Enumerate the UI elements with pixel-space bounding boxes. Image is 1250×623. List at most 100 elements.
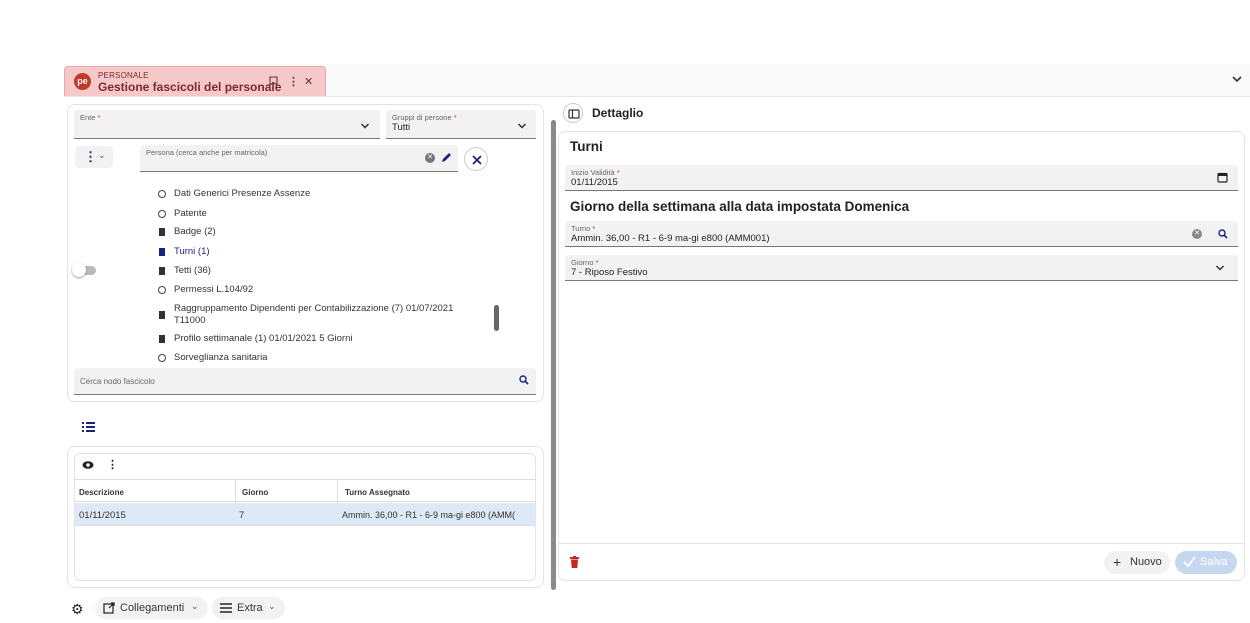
- collegamenti-button[interactable]: Collegamenti ⌄: [95, 597, 208, 619]
- giorno-field[interactable]: Giorno * 7 - Riposo Festivo: [565, 255, 1238, 281]
- more-vert-icon: ⋮: [84, 149, 97, 164]
- tree-item-label: Patente: [174, 208, 207, 219]
- cell-turno: Ammin. 36,00 - R1 - 6-9 ma-gi e800 (AMM(: [342, 510, 516, 520]
- open-external-icon: [103, 602, 115, 614]
- gruppi-label: Gruppi di persone: [392, 113, 452, 122]
- more-vert-icon[interactable]: ⋮: [107, 458, 118, 471]
- giorno-label: Giorno: [571, 258, 594, 267]
- document-icon: [157, 311, 166, 319]
- tree-item-label-line2: T11000: [174, 315, 206, 326]
- turno-label: Turno: [571, 224, 591, 233]
- tab-gestione-fascicoli[interactable]: pe PERSONALE Gestione fascicoli del pers…: [64, 66, 326, 96]
- plus-icon: +: [1113, 554, 1122, 570]
- tree-item-label: Permessi L.104/92: [174, 284, 254, 295]
- clear-icon[interactable]: ✕: [1192, 229, 1202, 239]
- persona-search-field[interactable]: Persona (cerca anche per matricola) ✕: [140, 145, 458, 172]
- tree-item[interactable]: Sorveglianza sanitaria: [157, 352, 267, 363]
- sidebar-toggle-icon[interactable]: [563, 103, 583, 123]
- dettaglio-header: Dettaglio: [563, 102, 863, 124]
- chevron-down-icon[interactable]: [360, 121, 370, 131]
- chevron-down-icon[interactable]: [1215, 263, 1225, 273]
- column-header-turno[interactable]: Turno Assegnato: [345, 488, 410, 497]
- tree-item[interactable]: Badge (2): [157, 226, 216, 237]
- card-footer-divider: [559, 543, 1244, 544]
- circle-icon: [157, 209, 166, 218]
- tree-item[interactable]: Tetti (36): [157, 265, 211, 276]
- circle-icon: [157, 285, 166, 294]
- document-icon: [157, 247, 166, 256]
- cell-descrizione: 01/11/2015: [79, 510, 126, 521]
- turno-value: Ammin. 36,00 - R1 - 6-9 ma-gi e800 (AMM0…: [571, 233, 770, 244]
- dettaglio-title: Dettaglio: [592, 106, 644, 120]
- giorno-value: 7 - Riposo Festivo: [571, 267, 648, 278]
- check-icon: [1183, 556, 1196, 567]
- edit-pencil-icon[interactable]: [441, 152, 452, 163]
- inizio-value: 01/11/2015: [571, 177, 618, 188]
- inizio-validita-field[interactable]: Inizio Validità * 01/11/2015: [565, 165, 1238, 191]
- menu-lines-icon: [220, 603, 232, 613]
- collegamenti-label: Collegamenti: [120, 602, 185, 614]
- column-header-descrizione[interactable]: Descrizione: [79, 488, 124, 497]
- inizio-label: Inizio Validità: [571, 168, 615, 177]
- eye-icon[interactable]: [82, 460, 94, 470]
- list-view-icon[interactable]: [82, 421, 95, 432]
- document-icon: [157, 227, 166, 236]
- tree-item[interactable]: Patente: [157, 208, 207, 219]
- document-icon: [157, 266, 166, 275]
- tree-item[interactable]: Profilo settimanale (1) 01/01/2021 5 Gio…: [157, 333, 353, 344]
- giorno-settimana-subtitle: Giorno della settimana alla data imposta…: [570, 199, 910, 214]
- bookmark-icon[interactable]: [269, 76, 278, 86]
- ente-field[interactable]: Ente *: [74, 110, 380, 139]
- circle-icon: [157, 189, 166, 198]
- tree-item-label: Tetti (36): [174, 265, 211, 276]
- tree-item-label: Dati Generici Presenze Assenze: [174, 188, 311, 199]
- tree-item[interactable]: Dati Generici Presenze Assenze: [157, 188, 310, 199]
- turno-field[interactable]: Turno * Ammin. 36,00 - R1 - 6-9 ma-gi e8…: [565, 221, 1238, 247]
- circle-icon: [157, 353, 166, 362]
- column-header-giorno[interactable]: Giorno: [242, 488, 268, 497]
- clear-icon[interactable]: ✕: [425, 153, 435, 163]
- search-icon[interactable]: [519, 375, 529, 385]
- nuovo-button[interactable]: + Nuovo: [1104, 551, 1170, 574]
- chevron-down-icon: ⌄: [98, 150, 106, 160]
- cell-giorno: 7: [239, 510, 245, 521]
- tree-item-label: Sorveglianza sanitaria: [174, 352, 268, 363]
- toggle-switch[interactable]: [72, 263, 96, 277]
- tree-item[interactable]: Turni (1): [157, 246, 210, 257]
- more-vert-icon[interactable]: ⋮: [288, 75, 299, 88]
- tree-scrollbar[interactable]: [494, 305, 499, 331]
- search-icon[interactable]: [1218, 229, 1228, 239]
- chevron-down-icon[interactable]: [517, 121, 527, 131]
- extra-label: Extra: [237, 602, 263, 614]
- close-persona-button[interactable]: [464, 147, 488, 171]
- chevron-down-icon: ⌄: [268, 601, 276, 611]
- close-icon: [472, 155, 482, 165]
- cerca-nodo-placeholder: Cerca nodo fascicolo: [80, 377, 155, 386]
- tree-item[interactable]: Permessi L.104/92: [157, 284, 253, 295]
- tree-item-label: Raggruppamento Dipendenti per Contabiliz…: [174, 303, 454, 314]
- extra-button[interactable]: Extra ⌄: [212, 597, 285, 619]
- ente-label: Ente: [80, 113, 96, 122]
- table-header-row: [75, 479, 535, 502]
- tree-item-label: Profilo settimanale (1) 01/01/2021 5 Gio…: [174, 333, 353, 344]
- tree-item-label: Turni (1): [174, 246, 210, 257]
- persona-label: Persona (cerca anche per matricola): [146, 148, 268, 157]
- gruppi-value: Tutti: [392, 122, 411, 133]
- chevron-down-icon[interactable]: [1231, 73, 1243, 85]
- panel-splitter[interactable]: [551, 120, 556, 590]
- delete-icon[interactable]: [570, 556, 579, 568]
- nuovo-label: Nuovo: [1130, 556, 1162, 568]
- close-tab-icon[interactable]: ✕: [304, 75, 313, 88]
- calendar-icon[interactable]: [1217, 172, 1228, 183]
- salva-button[interactable]: Salva: [1175, 551, 1237, 574]
- chevron-down-icon: ⌄: [191, 601, 199, 611]
- settings-gear-icon[interactable]: ⚙: [71, 601, 84, 618]
- cerca-nodo-field[interactable]: Cerca nodo fascicolo: [74, 368, 536, 395]
- tree-item[interactable]: Raggruppamento Dipendenti per Contabiliz…: [157, 303, 453, 327]
- tree-item-label-wrap: Raggruppamento Dipendenti per Contabiliz…: [174, 303, 453, 327]
- persona-menu-button[interactable]: ⋮ ⌄: [75, 146, 113, 168]
- tab-module: PERSONALE: [98, 71, 149, 80]
- gruppi-persone-field[interactable]: Gruppi di persone * Tutti: [386, 110, 536, 139]
- salva-label: Salva: [1200, 556, 1228, 568]
- app-logo: pe: [74, 73, 91, 90]
